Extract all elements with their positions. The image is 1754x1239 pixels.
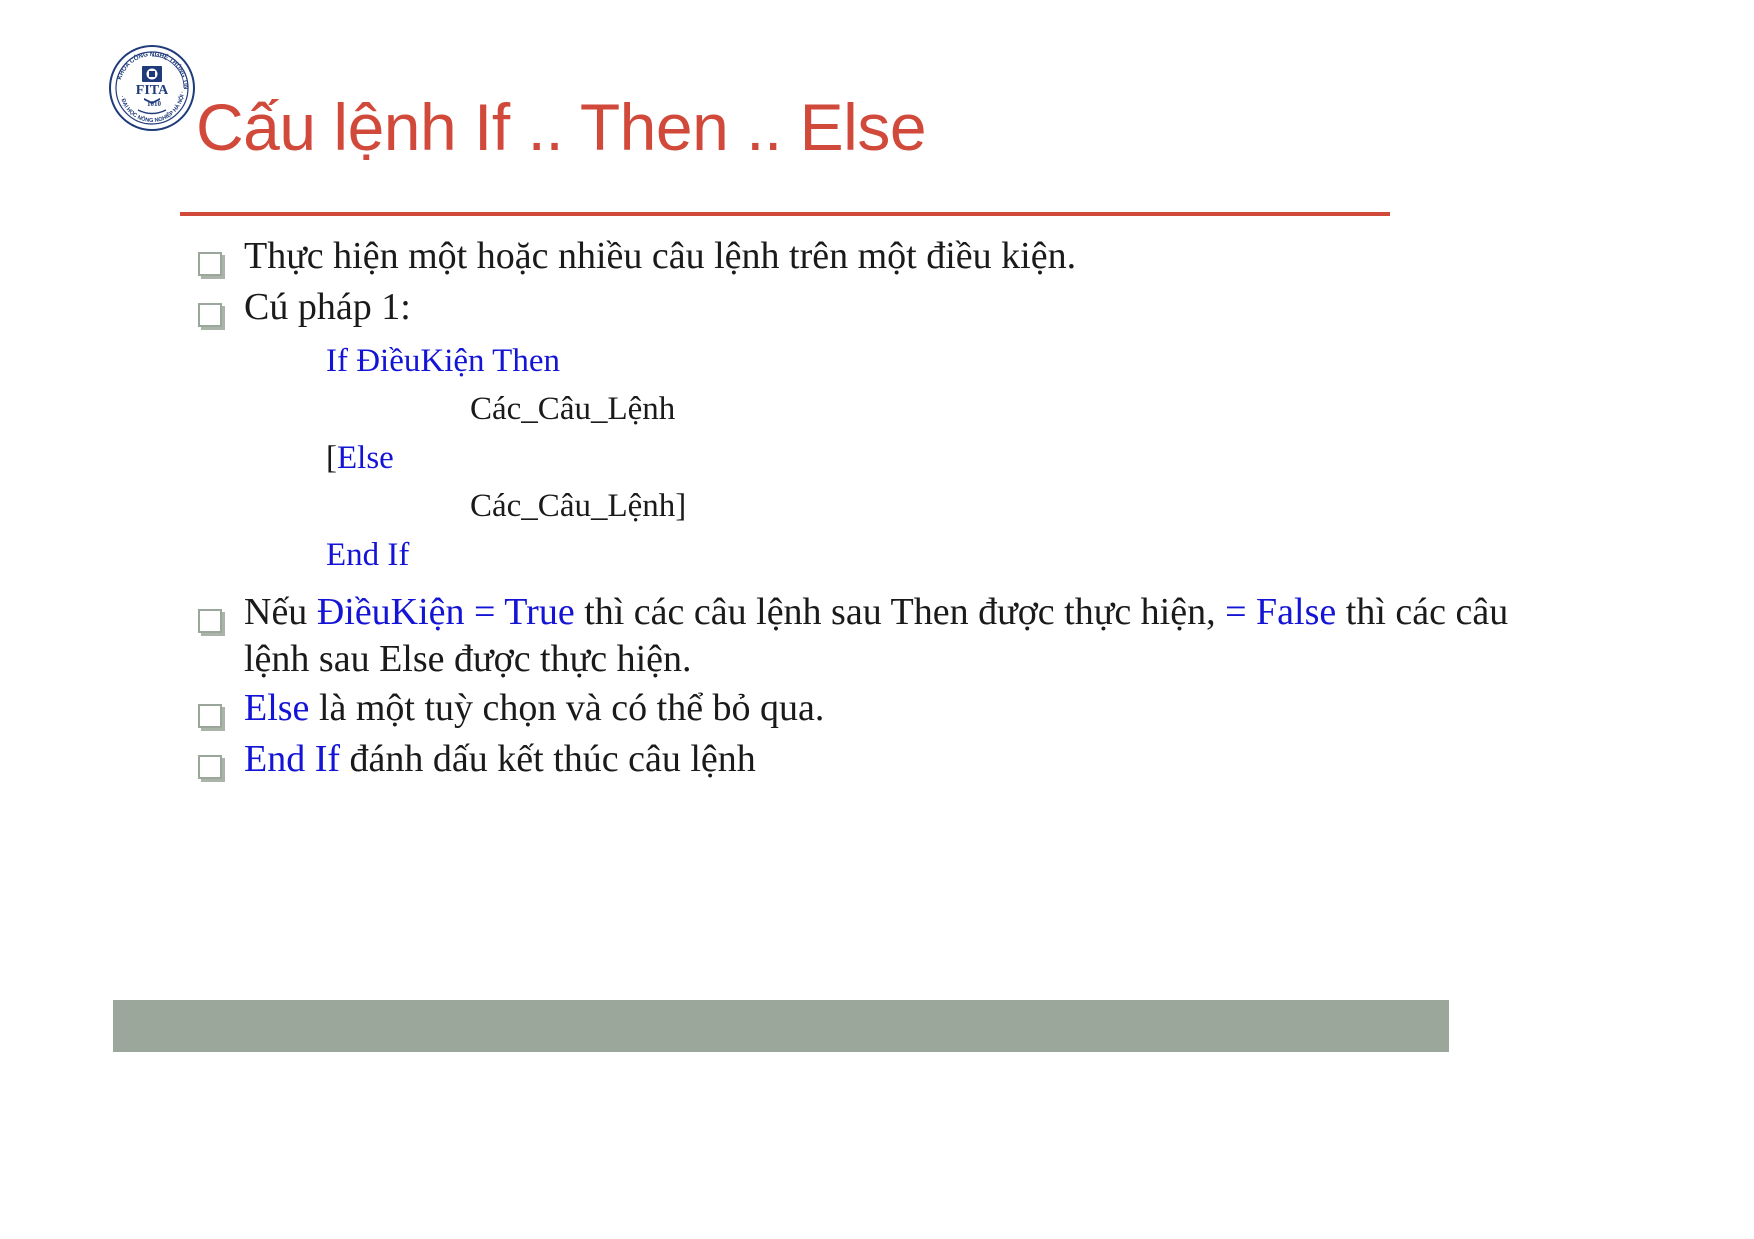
square-bullet-icon [198, 252, 222, 276]
bullet-text-3: Nếu ĐiềuKiện = True thì các câu lệnh sau… [244, 589, 1510, 682]
bullet-text-5: End If đánh dấu kết thúc câu lệnh [244, 735, 1510, 784]
footer-bar [113, 1000, 1449, 1052]
code-line-statements-1: Các_Câu_Lệnh [470, 391, 676, 428]
square-bullet-icon [198, 303, 222, 328]
code-line-endif: End If [326, 536, 410, 573]
list-item: Cú pháp 1: [180, 283, 1510, 332]
note3-keyword: End If [244, 738, 341, 781]
code-line-if: If ĐiềuKiện Then [326, 342, 560, 379]
code-line-else: [Else [180, 434, 1510, 483]
square-bullet-icon [198, 755, 222, 780]
note2-rest: là một tuỳ chọn và có thể bỏ qua. [309, 687, 825, 729]
bullet-text-4: Else là một tuỳ chọn và có thể bỏ qua. [244, 684, 1510, 733]
list-item: Thực hiện một hoặc nhiều câu lệnh trên m… [180, 232, 1510, 281]
slide-title: Cấu lệnh If .. Then .. Else [196, 90, 927, 164]
bullet-text-1: Thực hiện một hoặc nhiều câu lệnh trên m… [244, 235, 1077, 277]
square-bullet-icon [198, 704, 222, 728]
code-keyword-else: Else [337, 439, 394, 476]
title-divider [180, 212, 1390, 216]
code-open-bracket: [ [326, 439, 337, 476]
list-item: Else là một tuỳ chọn và có thể bỏ qua. [180, 684, 1510, 733]
fita-logo: KHOA CÔNG NGHỆ THÔNG TIN · · ĐẠI HỌC NÔN… [108, 44, 196, 132]
square-bullet-icon [198, 609, 222, 634]
bullet-text-2: Cú pháp 1: [244, 286, 411, 329]
note1-part1: Nếu [244, 591, 317, 634]
note3-rest: đánh dấu kết thúc câu lệnh [340, 738, 756, 781]
syntax-code-block: If ĐiềuKiện Then Các_Câu_Lệnh [Else Các_… [180, 337, 1510, 580]
slide-body: Thực hiện một hoặc nhiều câu lệnh trên m… [180, 232, 1510, 787]
note1-condition-true: ĐiềuKiện = True [316, 591, 575, 634]
note1-condition-false: = False [1225, 591, 1337, 634]
code-line-statements-2: Các_Câu_Lệnh] [470, 488, 687, 525]
list-item: Nếu ĐiềuKiện = True thì các câu lệnh sau… [180, 589, 1510, 682]
svg-text:1010: 1010 [147, 100, 162, 108]
note2-keyword: Else [244, 687, 310, 729]
list-item: End If đánh dấu kết thúc câu lệnh [180, 735, 1510, 784]
slide-canvas: KHOA CÔNG NGHỆ THÔNG TIN · · ĐẠI HỌC NÔN… [0, 0, 1754, 1239]
note1-part3: thì các câu lệnh sau Then được thực hiện… [574, 591, 1226, 634]
svg-text:FITA: FITA [136, 83, 169, 98]
